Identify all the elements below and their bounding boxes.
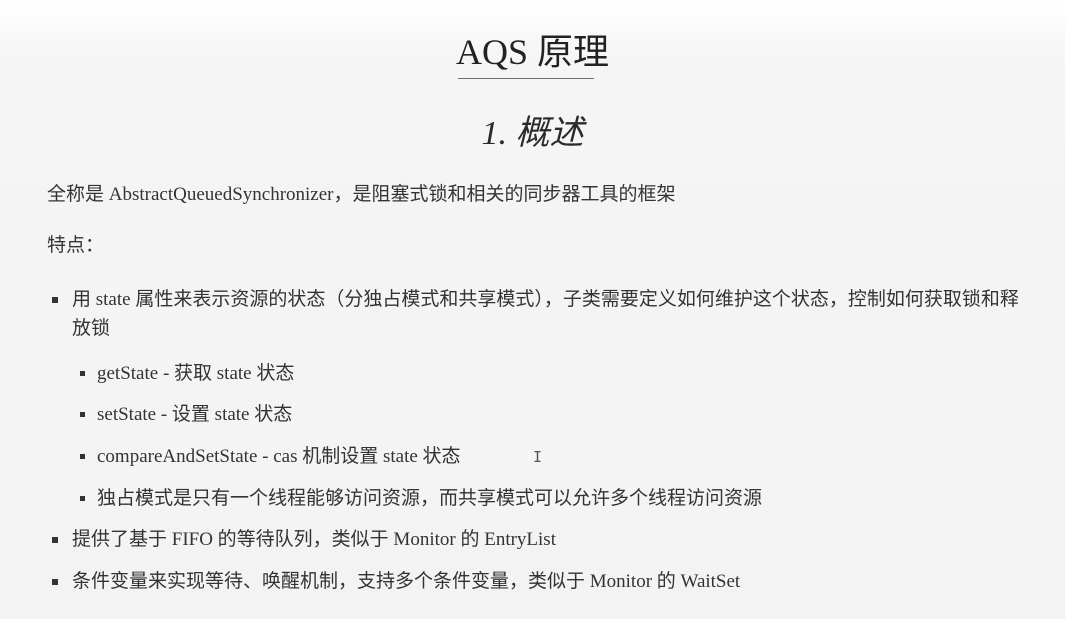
sub-list-item-text: compareAndSetState - cas 机制设置 state 状态: [97, 446, 461, 467]
list-item-text: 用 state 属性来表示资源的状态（分独占模式和共享模式），子类需要定义如何维…: [72, 289, 1019, 339]
bullet-square-icon: [80, 412, 85, 417]
list-item-text: 提供了基于 FIFO 的等待队列，类似于 Monitor 的 EntryList: [72, 529, 556, 550]
list-item-text: 条件变量来实现等待、唤醒机制，支持多个条件变量，类似于 Monitor 的 Wa…: [72, 571, 741, 592]
sub-list-item-text: 独占模式是只有一个线程能够访问资源，而共享模式可以允许多个线程访问资源: [97, 488, 763, 509]
features-label: 特点：: [47, 235, 105, 256]
sub-list-item-text: getState - 获取 state 状态: [97, 363, 295, 384]
bullet-square-icon: [80, 454, 85, 459]
text-cursor-icon: I: [533, 448, 543, 466]
bullet-square-icon: [80, 371, 85, 376]
bullet-square-icon: [80, 496, 85, 501]
title-underline: [458, 78, 594, 79]
bullet-square-icon: [52, 297, 58, 303]
list-item: 用 state 属性来表示资源的状态（分独占模式和共享模式），子类需要定义如何维…: [52, 285, 1042, 345]
sub-list-item-text: setState - 设置 state 状态: [97, 404, 293, 425]
intro-paragraph: 全称是 AbstractQueuedSynchronizer，是阻塞式锁和相关的…: [47, 184, 676, 205]
bullet-square-icon: [52, 579, 58, 585]
page-title: AQS 原理: [455, 32, 610, 72]
document-page: AQS 原理 1. 概述 全称是 AbstractQueuedSynchroni…: [0, 0, 1065, 619]
bullet-square-icon: [52, 537, 58, 543]
section-heading: 1. 概述: [481, 115, 584, 152]
